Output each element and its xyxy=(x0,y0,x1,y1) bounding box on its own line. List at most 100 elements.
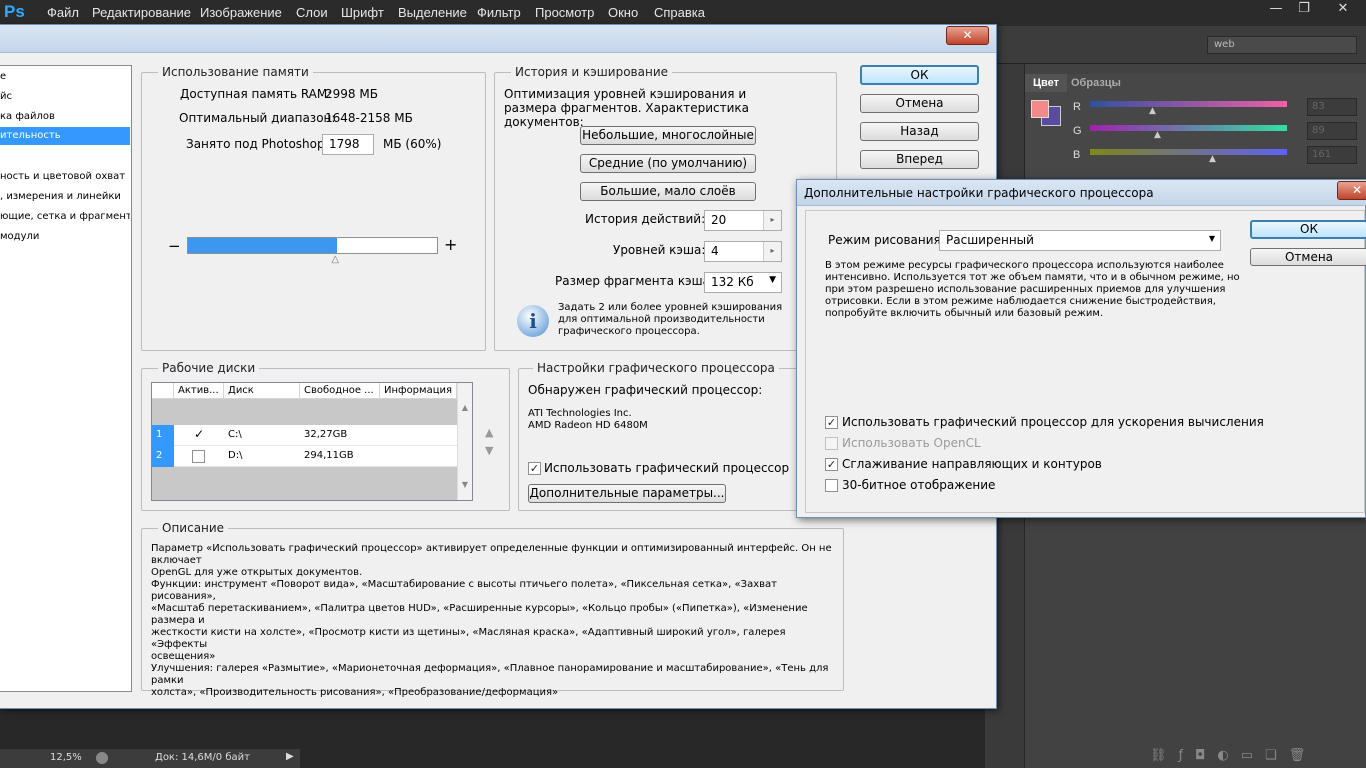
column-header-info[interactable]: Информация xyxy=(380,383,457,399)
move-down-icon[interactable]: ▼ xyxy=(485,444,493,457)
drawing-mode-description: В этом режиме ресурсы графического проце… xyxy=(825,260,1240,319)
close-icon[interactable]: ✕ xyxy=(1337,181,1366,200)
30bit-display-checkbox[interactable] xyxy=(825,479,838,492)
opencl-checkbox[interactable] xyxy=(825,437,838,450)
memory-slider-thumb[interactable]: △ xyxy=(331,255,343,265)
category-item[interactable]: ность и цветовой охват xyxy=(0,168,130,186)
category-list: е йс ка файлов ительность ность и цветов… xyxy=(0,65,132,692)
menu-layers[interactable]: Слои xyxy=(296,5,328,20)
row-active-checkbox[interactable]: ✓ xyxy=(190,425,208,446)
category-item[interactable]: е xyxy=(0,68,130,86)
foreground-color-swatch[interactable] xyxy=(1031,100,1049,118)
memory-input[interactable]: 1798 xyxy=(322,134,374,155)
history-states-label: История действий: xyxy=(585,212,706,226)
category-item[interactable]: модули xyxy=(0,228,130,246)
use-gpu-checkbox[interactable]: ✓ xyxy=(528,462,541,475)
cache-spin-icon[interactable]: ▸ xyxy=(763,242,781,261)
move-up-icon[interactable]: ▲ xyxy=(485,426,493,439)
category-item[interactable]: йс xyxy=(0,88,130,106)
category-item[interactable]: ющие, сетка и фрагменты xyxy=(0,208,130,226)
previous-button[interactable]: Назад xyxy=(860,122,979,141)
table-scrollbar[interactable]: ▲ ▼ xyxy=(457,383,472,500)
category-item-selected[interactable]: ительность xyxy=(0,127,130,145)
trash-icon[interactable]: 🗑 xyxy=(1289,748,1306,763)
table-row[interactable]: 1 ✓ C:\ 32,27GB xyxy=(152,425,457,446)
drawing-mode-value: Расширенный xyxy=(946,233,1034,247)
menu-edit[interactable]: Редактирование xyxy=(92,5,191,20)
link-layers-icon[interactable]: ⛓ xyxy=(1150,748,1167,763)
slider-thumb-g[interactable]: ▲ xyxy=(1154,131,1164,140)
workspace-select[interactable]: web xyxy=(1207,36,1357,54)
column-header-active[interactable]: Актив... xyxy=(174,383,224,399)
gpu-compute-checkbox[interactable]: ✓ xyxy=(825,416,838,429)
menu-image[interactable]: Изображение xyxy=(200,5,282,20)
decrease-memory-icon[interactable]: − xyxy=(168,237,181,255)
menu-help[interactable]: Справка xyxy=(654,5,705,20)
table-row[interactable]: 2 D:\ 294,11GB xyxy=(152,446,457,467)
preset-medium-button[interactable]: Средние (по умолчанию) xyxy=(580,154,756,173)
slider-track-g[interactable] xyxy=(1090,125,1287,131)
category-item[interactable]: ка файлов xyxy=(0,108,130,126)
new-layer-icon[interactable]: ❏ xyxy=(1265,748,1277,763)
history-spin-icon[interactable]: ▸ xyxy=(763,211,781,230)
chevron-down-icon[interactable]: ▼ xyxy=(769,275,776,285)
gpu-advanced-dialog: Дополнительные настройки графического пр… xyxy=(796,179,1366,518)
menu-window[interactable]: Окно xyxy=(608,5,638,20)
cache-levels-label: Уровней кэша: xyxy=(613,243,706,257)
slider-track-b[interactable] xyxy=(1090,149,1287,155)
menu-view[interactable]: Просмотр xyxy=(535,5,594,20)
advanced-settings-button[interactable]: Дополнительные параметры... xyxy=(528,484,726,503)
mask-icon[interactable]: ◘ xyxy=(1195,748,1205,763)
gpu-model: AMD Radeon HD 6480M xyxy=(528,420,648,431)
history-states-input[interactable]: 20 ▸ xyxy=(704,210,782,231)
slider-thumb-b[interactable]: ▲ xyxy=(1209,155,1219,164)
scroll-down-icon[interactable]: ▼ xyxy=(458,480,472,489)
doc-info-icon[interactable] xyxy=(96,752,108,764)
category-item[interactable]: , измерения и линейки xyxy=(0,188,130,206)
status-arrow-icon[interactable]: ▶ xyxy=(286,751,294,762)
info-icon: i xyxy=(517,305,549,337)
drawing-mode-select[interactable]: Расширенный ▼ xyxy=(939,230,1221,251)
row-active-checkbox[interactable] xyxy=(192,450,205,463)
slider-value-r[interactable]: 83 xyxy=(1307,98,1357,116)
drawing-mode-label: Режим рисования: xyxy=(828,233,945,247)
optimal-range-label: Оптимальный диапазон: xyxy=(179,111,336,125)
fx-icon[interactable]: ƒ xyxy=(1179,748,1184,763)
antialias-label: Сглаживание направляющих и контуров xyxy=(842,457,1102,471)
close-icon[interactable]: ✕ xyxy=(946,26,989,45)
minimize-icon[interactable]: — xyxy=(1263,0,1289,20)
restore-icon[interactable]: ❐ xyxy=(1291,0,1317,20)
tab-swatches[interactable]: Образцы xyxy=(1063,74,1129,92)
cancel-button[interactable]: Отмена xyxy=(860,94,979,113)
chevron-down-icon[interactable]: ▼ xyxy=(1209,234,1215,243)
preset-small-button[interactable]: Небольшие, многослойные xyxy=(580,126,756,145)
zoom-level[interactable]: 12,5% xyxy=(50,752,82,763)
ok-button[interactable]: ОК xyxy=(860,65,979,85)
antialias-checkbox[interactable]: ✓ xyxy=(825,458,838,471)
row-free: 32,27GB xyxy=(304,429,348,440)
menu-select[interactable]: Выделение xyxy=(398,5,467,20)
gpu-ok-button[interactable]: ОК xyxy=(1250,220,1366,239)
menu-file[interactable]: Файл xyxy=(47,5,79,20)
gpu-settings-title: Настройки графического процессора xyxy=(533,361,779,375)
menu-type[interactable]: Шрифт xyxy=(341,5,384,20)
column-header-free[interactable]: Свободное ... xyxy=(300,383,380,399)
gpu-cancel-button[interactable]: Отмена xyxy=(1250,248,1366,266)
increase-memory-icon[interactable]: + xyxy=(444,235,457,254)
folder-icon[interactable]: ▭ xyxy=(1241,748,1253,763)
next-button[interactable]: Вперед xyxy=(860,150,979,169)
close-app-icon[interactable]: ✕ xyxy=(1326,0,1360,20)
slider-track-r[interactable] xyxy=(1090,101,1287,107)
preset-large-button[interactable]: Большие, мало слоёв xyxy=(580,182,756,201)
slider-value-g[interactable]: 89 xyxy=(1307,122,1357,140)
menu-filter[interactable]: Фильтр xyxy=(477,5,521,20)
tab-color[interactable]: Цвет xyxy=(1025,74,1068,92)
cache-levels-input[interactable]: 4 ▸ xyxy=(704,241,782,262)
scroll-up-icon[interactable]: ▲ xyxy=(458,403,472,412)
slider-value-b[interactable]: 161 xyxy=(1307,146,1357,164)
tile-size-select[interactable]: 132 Кб ▼ xyxy=(704,272,782,293)
adjustment-icon[interactable]: ◐ xyxy=(1217,748,1228,763)
slider-thumb-r[interactable]: ▲ xyxy=(1149,107,1159,116)
column-header-disk[interactable]: Диск xyxy=(224,383,300,399)
gpu-detected-label: Обнаружен графический процессор: xyxy=(528,383,763,397)
